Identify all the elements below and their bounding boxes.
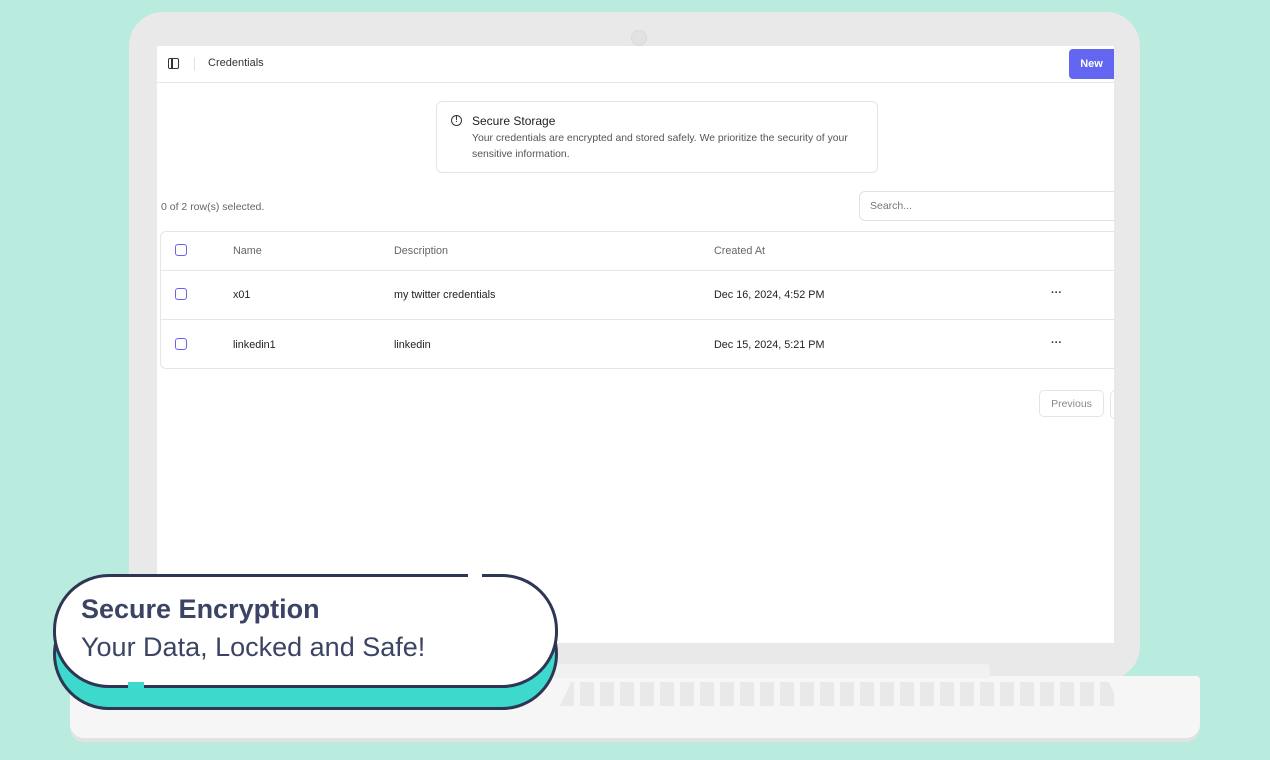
- callout-subtitle: Your Data, Locked and Safe!: [81, 632, 426, 662]
- callout-outline-gap: [468, 570, 482, 580]
- webcam: [631, 30, 647, 46]
- credential-description: my twitter credentials: [394, 289, 496, 301]
- credential-name: linkedin1: [233, 339, 276, 351]
- app-screen: Credentials New ! Secure Storage Your cr…: [157, 46, 1114, 643]
- next-page-button[interactable]: [1110, 390, 1114, 419]
- alert-circle-icon: !: [451, 115, 462, 126]
- credential-name: x01: [233, 289, 251, 301]
- top-bar: Credentials New: [157, 46, 1114, 83]
- row-actions-icon[interactable]: ···: [1051, 337, 1062, 349]
- row-checkbox[interactable]: [175, 288, 187, 300]
- callout-outline-gap: [128, 682, 144, 692]
- select-all-checkbox[interactable]: [175, 244, 187, 256]
- search-input[interactable]: [859, 191, 1114, 221]
- credential-created-at: Dec 15, 2024, 5:21 PM: [714, 339, 825, 351]
- table-row[interactable]: linkedin1 linkedin Dec 15, 2024, 5:21 PM…: [161, 320, 1114, 368]
- alert-description: Your credentials are encrypted and store…: [472, 133, 848, 160]
- keyboard-keys: [560, 682, 1120, 706]
- column-header-created-at[interactable]: Created At: [714, 245, 765, 257]
- row-checkbox[interactable]: [175, 338, 187, 350]
- credential-description: linkedin: [394, 339, 431, 351]
- previous-page-button[interactable]: Previous: [1039, 390, 1104, 417]
- row-selection-count: 0 of 2 row(s) selected.: [161, 201, 265, 213]
- laptop-hinge: [530, 664, 990, 678]
- divider: [194, 57, 195, 71]
- column-header-description[interactable]: Description: [394, 245, 448, 257]
- credential-created-at: Dec 16, 2024, 4:52 PM: [714, 289, 825, 301]
- secure-storage-alert: ! Secure Storage Your credentials are en…: [436, 101, 878, 173]
- new-credential-button[interactable]: New: [1069, 49, 1114, 79]
- callout-title: Secure Encryption: [81, 594, 320, 624]
- table-header-row: Name Description Created At: [161, 232, 1114, 271]
- row-actions-icon[interactable]: ···: [1051, 287, 1062, 299]
- alert-title: Secure Storage: [472, 114, 556, 128]
- breadcrumb: Credentials: [208, 57, 264, 69]
- table-row[interactable]: x01 my twitter credentials Dec 16, 2024,…: [161, 270, 1114, 320]
- callout-bubble: [53, 574, 558, 688]
- sidebar-toggle-icon[interactable]: [168, 58, 179, 69]
- column-header-name[interactable]: Name: [233, 245, 262, 257]
- credentials-table: Name Description Created At x01 my twitt…: [160, 231, 1114, 369]
